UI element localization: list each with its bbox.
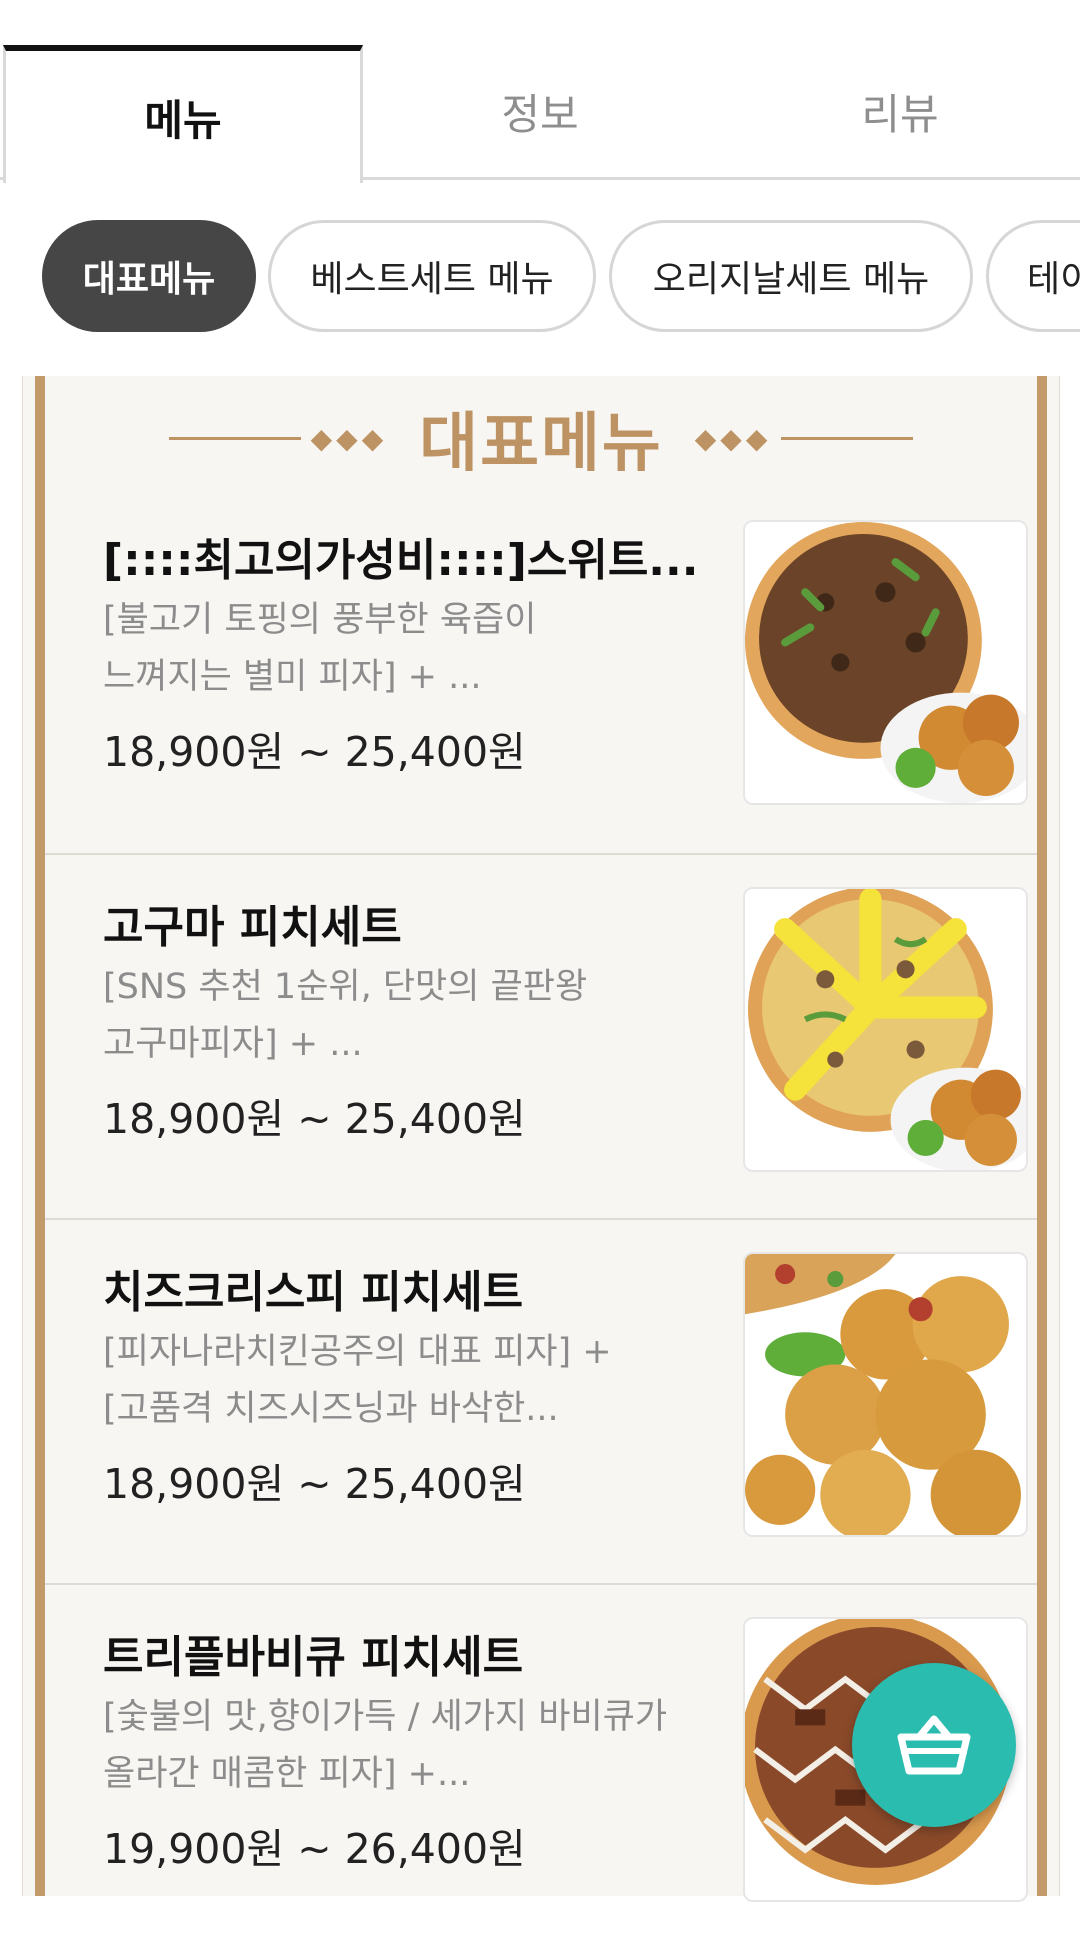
chip-partial-next[interactable]: 테이: [986, 220, 1080, 332]
tab-info[interactable]: 정보: [360, 45, 720, 177]
shopping-basket-icon: [897, 1715, 971, 1775]
menu-item[interactable]: 치즈크리스피 피치세트 [피자나라치킨공주의 대표 피자] + [고품격 치즈시…: [45, 1218, 1037, 1583]
menu-item-price: 19,900원 ~ 26,400원: [103, 1825, 526, 1873]
menu-item-description: [불고기 토핑의 풍부한 육즙이 느껴지는 별미 피자] + ...: [103, 592, 703, 706]
banner-divider-left: [168, 436, 301, 440]
menu-item-price: 18,900원 ~ 25,400원: [103, 1460, 526, 1508]
chip-original-set-menu[interactable]: 오리지날세트 메뉴: [609, 220, 973, 332]
menu-item-name: 트리플바비큐 피치세트: [103, 1632, 524, 1683]
diamond-ornament-icon: ◆◆◆: [694, 421, 772, 455]
banner-divider-right: [781, 436, 914, 440]
menu-item-description: [숯불의 맛,향이가득 / 세가지 바비큐가 올라간 매콤한 피자] +...: [103, 1689, 703, 1803]
menu-item-price: 18,900원 ~ 25,400원: [103, 1095, 526, 1143]
panel-border-left: [35, 376, 45, 1896]
cart-button[interactable]: [852, 1663, 1016, 1827]
menu-item-desc-line: 올라간 매콤한 피자] +...: [103, 1754, 471, 1794]
menu-item-desc-line: 느껴지는 별미 피자] + ...: [103, 657, 482, 697]
menu-item-price: 18,900원 ~ 25,400원: [103, 728, 526, 776]
category-chip-row[interactable]: 대표메뉴 베스트세트 메뉴 오리지날세트 메뉴 테이: [0, 220, 1080, 336]
menu-item-description: [SNS 추천 1순위, 단맛의 끝판왕 고구마피자] + ...: [103, 959, 703, 1073]
pizza-chicken-photo: [745, 522, 1026, 803]
chicken-pizza-photo: [745, 1254, 1026, 1535]
menu-item-desc-line: [숯불의 맛,향이가득 / 세가지 바비큐가: [103, 1697, 668, 1737]
section-title: 대표메뉴: [419, 407, 663, 481]
menu-item-name: [::::최고의가성비::::]스위트...: [103, 535, 699, 586]
tab-menu[interactable]: 메뉴: [3, 45, 363, 183]
menu-item-desc-line: 고구마피자] + ...: [103, 1024, 363, 1064]
menu-item-desc-line: [고품격 치즈시즈닝과 바삭한...: [103, 1389, 559, 1429]
menu-item-photo[interactable]: [743, 520, 1028, 805]
menu-item[interactable]: [::::최고의가성비::::]스위트... [불고기 토핑의 풍부한 육즙이 …: [45, 488, 1037, 853]
menu-item-desc-line: [불고기 토핑의 풍부한 육즙이: [103, 600, 537, 640]
menu-item-photo[interactable]: [743, 887, 1028, 1172]
menu-item-description: [피자나라치킨공주의 대표 피자] + [고품격 치즈시즈닝과 바삭한...: [103, 1324, 703, 1438]
menu-item-photo[interactable]: [743, 1252, 1028, 1537]
menu-item-name: 고구마 피치세트: [103, 902, 402, 953]
menu-item[interactable]: 고구마 피치세트 [SNS 추천 1순위, 단맛의 끝판왕 고구마피자] + .…: [45, 853, 1037, 1218]
pizza-chicken-photo: [745, 889, 1026, 1170]
chip-best-set-menu[interactable]: 베스트세트 메뉴: [268, 220, 596, 332]
tab-reviews[interactable]: 리뷰: [720, 45, 1080, 177]
section-banner: ◆◆◆ 대표메뉴 ◆◆◆: [23, 396, 1059, 481]
menu-item-name: 치즈크리스피 피치세트: [103, 1267, 524, 1318]
panel-border-right: [1037, 376, 1047, 1896]
menu-item-desc-line: [SNS 추천 1순위, 단맛의 끝판왕: [103, 967, 588, 1007]
top-tab-bar: 메뉴 정보 리뷰: [0, 0, 1080, 183]
menu-item-desc-line: [피자나라치킨공주의 대표 피자] +: [103, 1332, 612, 1372]
diamond-ornament-icon: ◆◆◆: [310, 421, 388, 455]
chip-signature-menu[interactable]: 대표메뉴: [42, 220, 256, 332]
